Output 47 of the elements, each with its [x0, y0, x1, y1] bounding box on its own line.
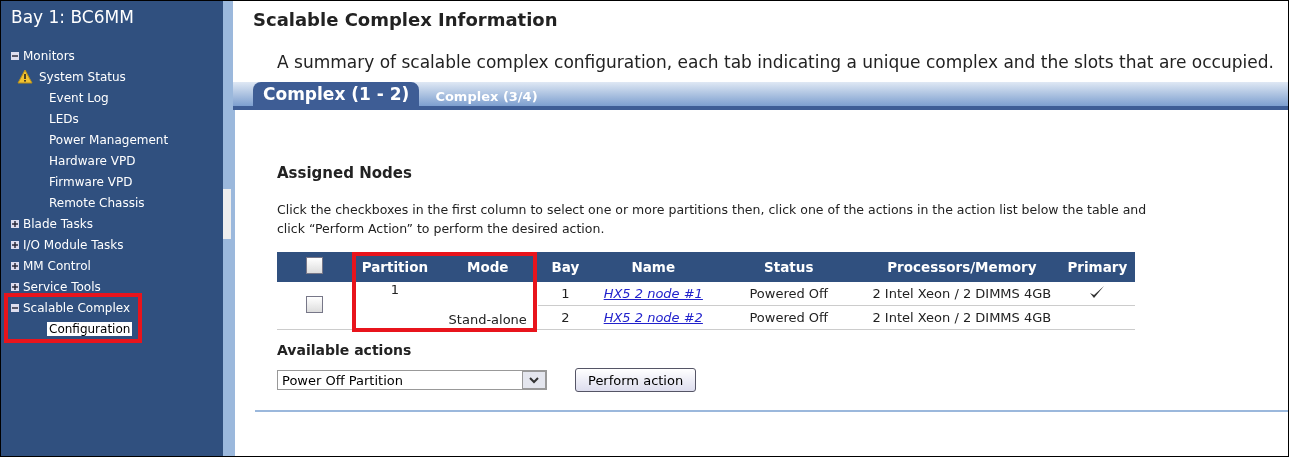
- table-cell: 2 Intel Xeon / 2 DIMMS 4GB: [872, 286, 1052, 301]
- nav-group[interactable]: Monitors: [23, 48, 75, 63]
- nav-group[interactable]: Scalable Complex: [23, 300, 131, 315]
- nav-item[interactable]: Configuration: [47, 321, 133, 336]
- table-cell: Powered Off: [749, 286, 829, 301]
- collapse-icon[interactable]: [11, 51, 19, 60]
- action-select[interactable]: Power Off Partition: [277, 370, 547, 390]
- nav-item[interactable]: LEDs: [47, 111, 81, 126]
- tab[interactable]: Complex (1 - 2): [253, 82, 420, 106]
- nav-item[interactable]: System Status: [37, 69, 128, 84]
- nav-group[interactable]: I/O Module Tasks: [23, 237, 124, 252]
- nav-item[interactable]: Hardware VPD: [47, 153, 138, 168]
- nav-item[interactable]: Firmware VPD: [47, 174, 135, 189]
- splitter-handle[interactable]: [223, 188, 231, 239]
- select-all-checkbox[interactable]: [306, 257, 324, 274]
- table-cell: 2: [561, 310, 570, 325]
- column-header: Primary: [1059, 252, 1135, 282]
- column-header: Status: [713, 252, 864, 282]
- page-description: A summary of scalable complex configuration, each tab indicating a unique complex and the slots that are occupied.: [276, 51, 1275, 72]
- nav-group[interactable]: MM Control: [23, 258, 91, 273]
- node-link[interactable]: HX5 2 node #1: [603, 286, 703, 301]
- nav-item[interactable]: Power Management: [47, 132, 171, 147]
- table-cell: 1: [561, 286, 570, 301]
- expand-icon[interactable]: [11, 282, 19, 291]
- expand-icon[interactable]: [11, 240, 19, 249]
- column-header: Name: [593, 252, 714, 282]
- column-header: Bay: [537, 252, 594, 282]
- row-checkbox[interactable]: [306, 295, 324, 313]
- nav-group[interactable]: Blade Tasks: [23, 216, 93, 231]
- table-cell: Powered Off: [749, 310, 829, 325]
- section-title: Assigned Nodes: [277, 164, 413, 182]
- nav-item[interactable]: Event Log: [47, 90, 111, 105]
- table-cell: Stand-alone: [448, 312, 527, 329]
- actions-label: Available actions: [277, 342, 413, 358]
- expand-icon[interactable]: [11, 261, 19, 270]
- node-link[interactable]: HX5 2 node #2: [603, 310, 703, 325]
- table-cell: 2 Intel Xeon / 2 DIMMS 4GB: [872, 310, 1052, 325]
- perform-action-button[interactable]: Perform action: [575, 368, 697, 392]
- collapse-icon[interactable]: [11, 303, 19, 312]
- sidebar-title: Bay 1: BC6MM: [11, 7, 135, 27]
- instructions: Click the checkboxes in the first column to select one or more partitions then, click one of the actions in the action list below the table and click “Perform Action” to perform the desired action.: [277, 201, 1147, 238]
- nav-item[interactable]: Remote Chassis: [47, 195, 147, 210]
- nav-group[interactable]: Service Tools: [23, 279, 101, 294]
- column-header: Processors/Memory: [864, 252, 1060, 282]
- page-title: Scalable Complex Information: [252, 8, 559, 30]
- expand-icon[interactable]: [11, 219, 19, 228]
- table-cell: 1: [390, 282, 400, 297]
